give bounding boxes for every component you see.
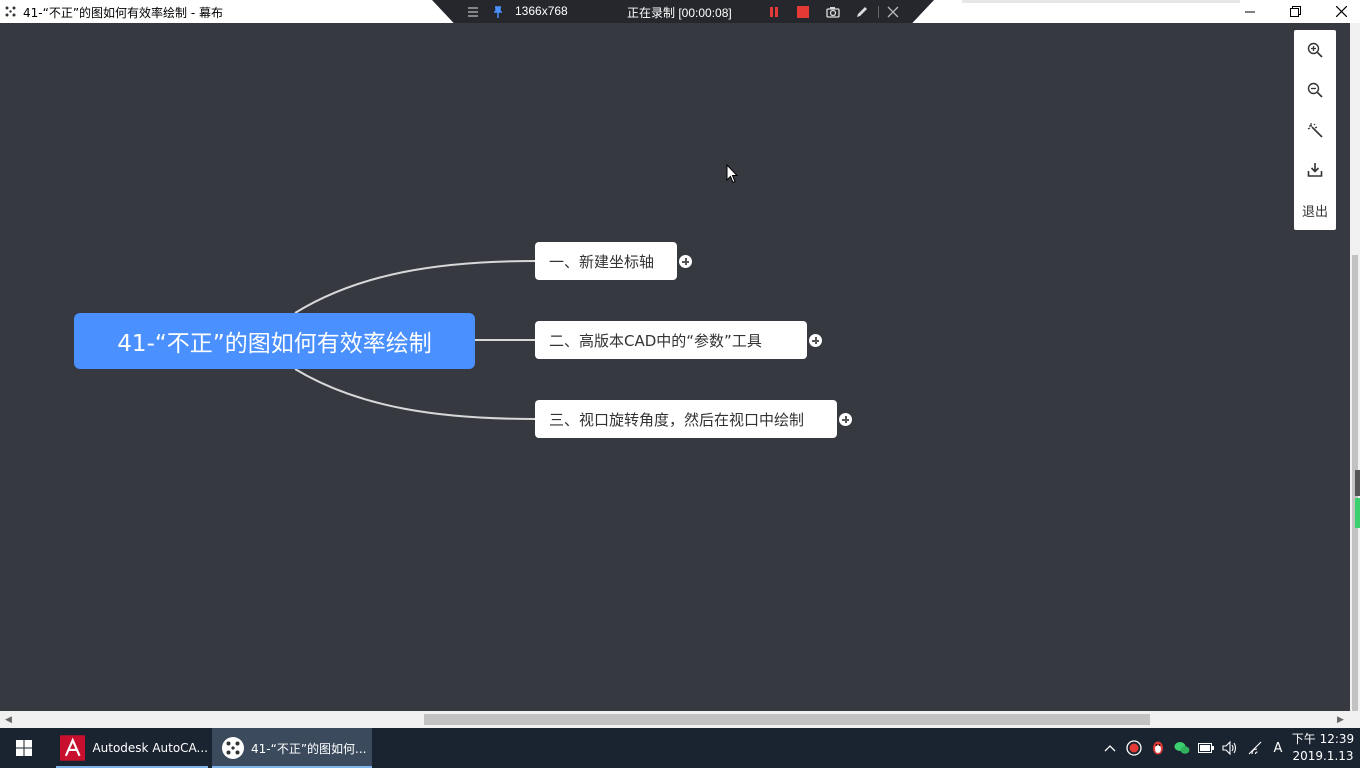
minimize-icon bbox=[1245, 11, 1255, 12]
pen-icon[interactable] bbox=[855, 5, 869, 19]
screen-recorder-bar: 1366x768 正在录制 [00:00:08] bbox=[432, 0, 934, 24]
zoom-in-icon bbox=[1307, 42, 1323, 58]
clock-time: 下午 12:39 bbox=[1291, 732, 1355, 746]
tray-ime-button[interactable]: A bbox=[1270, 740, 1286, 756]
taskbar-app-label: 41-“不正”的图如何... bbox=[251, 741, 367, 756]
zoom-in-button[interactable] bbox=[1294, 30, 1336, 70]
horizontal-scrollbar[interactable]: ◀ ▶ bbox=[0, 711, 1350, 728]
mindmap-toolbar: 退出 bbox=[1294, 30, 1336, 230]
tray-expand-button[interactable] bbox=[1102, 740, 1118, 756]
chevron-up-icon bbox=[1104, 745, 1116, 752]
scroll-marker bbox=[1355, 498, 1360, 528]
scroll-left-icon[interactable]: ◀ bbox=[5, 715, 12, 725]
tray-network-button[interactable] bbox=[1247, 740, 1263, 756]
qq-penguin-icon bbox=[1153, 741, 1163, 755]
zoom-out-icon bbox=[1307, 82, 1323, 98]
mindmap-child-node[interactable]: 一、新建坐标轴 bbox=[535, 242, 677, 280]
record-icon bbox=[1126, 740, 1142, 756]
close-icon bbox=[1335, 6, 1347, 17]
minimize-button[interactable] bbox=[1227, 0, 1273, 23]
zoom-out-button[interactable] bbox=[1294, 70, 1336, 110]
taskbar: Autodesk AutoCA... 41-“不正”的图如何... A 下午 1… bbox=[0, 728, 1360, 768]
mindmap-child-node[interactable]: 三、视口旋转角度，然后在视口中绘制 bbox=[535, 400, 837, 438]
download-button[interactable] bbox=[1294, 150, 1336, 190]
magic-wand-icon bbox=[1307, 123, 1323, 138]
scrollbar-corner bbox=[1350, 711, 1360, 728]
mindmap-root-node[interactable]: 41-“不正”的图如何有效率绘制 bbox=[74, 313, 475, 369]
exit-button[interactable]: 退出 bbox=[1294, 190, 1336, 230]
scroll-marker bbox=[1355, 470, 1360, 496]
stop-icon[interactable] bbox=[796, 5, 810, 19]
download-icon bbox=[1307, 163, 1323, 177]
pin-icon[interactable] bbox=[491, 5, 505, 19]
mubu-icon bbox=[222, 737, 244, 759]
expand-node-button[interactable] bbox=[679, 255, 692, 268]
wifi-icon bbox=[1248, 741, 1262, 755]
title-bar-shadow bbox=[962, 0, 1240, 3]
menu-icon[interactable] bbox=[466, 5, 480, 19]
tray-wechat-button[interactable] bbox=[1174, 740, 1190, 756]
recorder-separator bbox=[878, 6, 879, 18]
windows-icon bbox=[16, 740, 32, 756]
battery-icon bbox=[1198, 743, 1214, 753]
mindmap-canvas[interactable]: 41-“不正”的图如何有效率绘制 一、新建坐标轴 二、高版本CAD中的“参数”工… bbox=[0, 23, 1350, 711]
close-button[interactable] bbox=[1318, 0, 1360, 23]
auto-layout-button[interactable] bbox=[1294, 110, 1336, 150]
tray-battery-button[interactable] bbox=[1198, 740, 1214, 756]
recording-resolution: 1366x768 bbox=[515, 4, 568, 18]
restore-icon bbox=[1289, 6, 1301, 17]
taskbar-app-mubu[interactable]: 41-“不正”的图如何... bbox=[212, 728, 372, 768]
recording-status: 正在录制 [00:00:08] bbox=[627, 6, 732, 20]
horizontal-scrollbar-thumb[interactable] bbox=[424, 714, 1150, 725]
child-node-label: 二、高版本CAD中的“参数”工具 bbox=[549, 331, 762, 350]
mubu-app-icon bbox=[5, 6, 16, 17]
child-node-label: 三、视口旋转角度，然后在视口中绘制 bbox=[549, 410, 805, 429]
root-node-label: 41-“不正”的图如何有效率绘制 bbox=[117, 331, 432, 357]
autocad-icon bbox=[60, 735, 86, 761]
mindmap-child-node[interactable]: 二、高版本CAD中的“参数”工具 bbox=[535, 321, 807, 359]
taskbar-clock[interactable]: 下午 12:39 2019.1.13 bbox=[1290, 731, 1356, 765]
speaker-icon bbox=[1222, 741, 1237, 755]
clock-date: 2019.1.13 bbox=[1292, 749, 1354, 763]
exit-label: 退出 bbox=[1301, 204, 1328, 220]
window-title: 41-“不正”的图如何有效率绘制 - 幕布 bbox=[23, 6, 223, 20]
camera-icon[interactable] bbox=[826, 5, 840, 19]
tray-volume-button[interactable] bbox=[1222, 740, 1238, 756]
expand-node-button[interactable] bbox=[809, 334, 822, 347]
taskbar-app-label: Autodesk AutoCA... bbox=[92, 741, 208, 755]
restore-button[interactable] bbox=[1272, 0, 1318, 23]
expand-node-button[interactable] bbox=[839, 413, 852, 426]
tray-qq-button[interactable] bbox=[1150, 740, 1166, 756]
wechat-icon bbox=[1174, 742, 1190, 754]
taskbar-app-autocad[interactable]: Autodesk AutoCA... bbox=[56, 728, 208, 768]
start-button[interactable] bbox=[0, 728, 48, 768]
scroll-right-icon[interactable]: ▶ bbox=[1337, 715, 1344, 725]
pause-icon[interactable] bbox=[767, 5, 781, 19]
tray-record-button[interactable] bbox=[1126, 740, 1142, 756]
child-node-label: 一、新建坐标轴 bbox=[549, 252, 655, 271]
mouse-cursor-icon bbox=[726, 164, 738, 184]
ime-label: A bbox=[1273, 740, 1283, 756]
close-icon[interactable] bbox=[886, 5, 900, 19]
vertical-scrollbar[interactable] bbox=[1350, 23, 1360, 711]
